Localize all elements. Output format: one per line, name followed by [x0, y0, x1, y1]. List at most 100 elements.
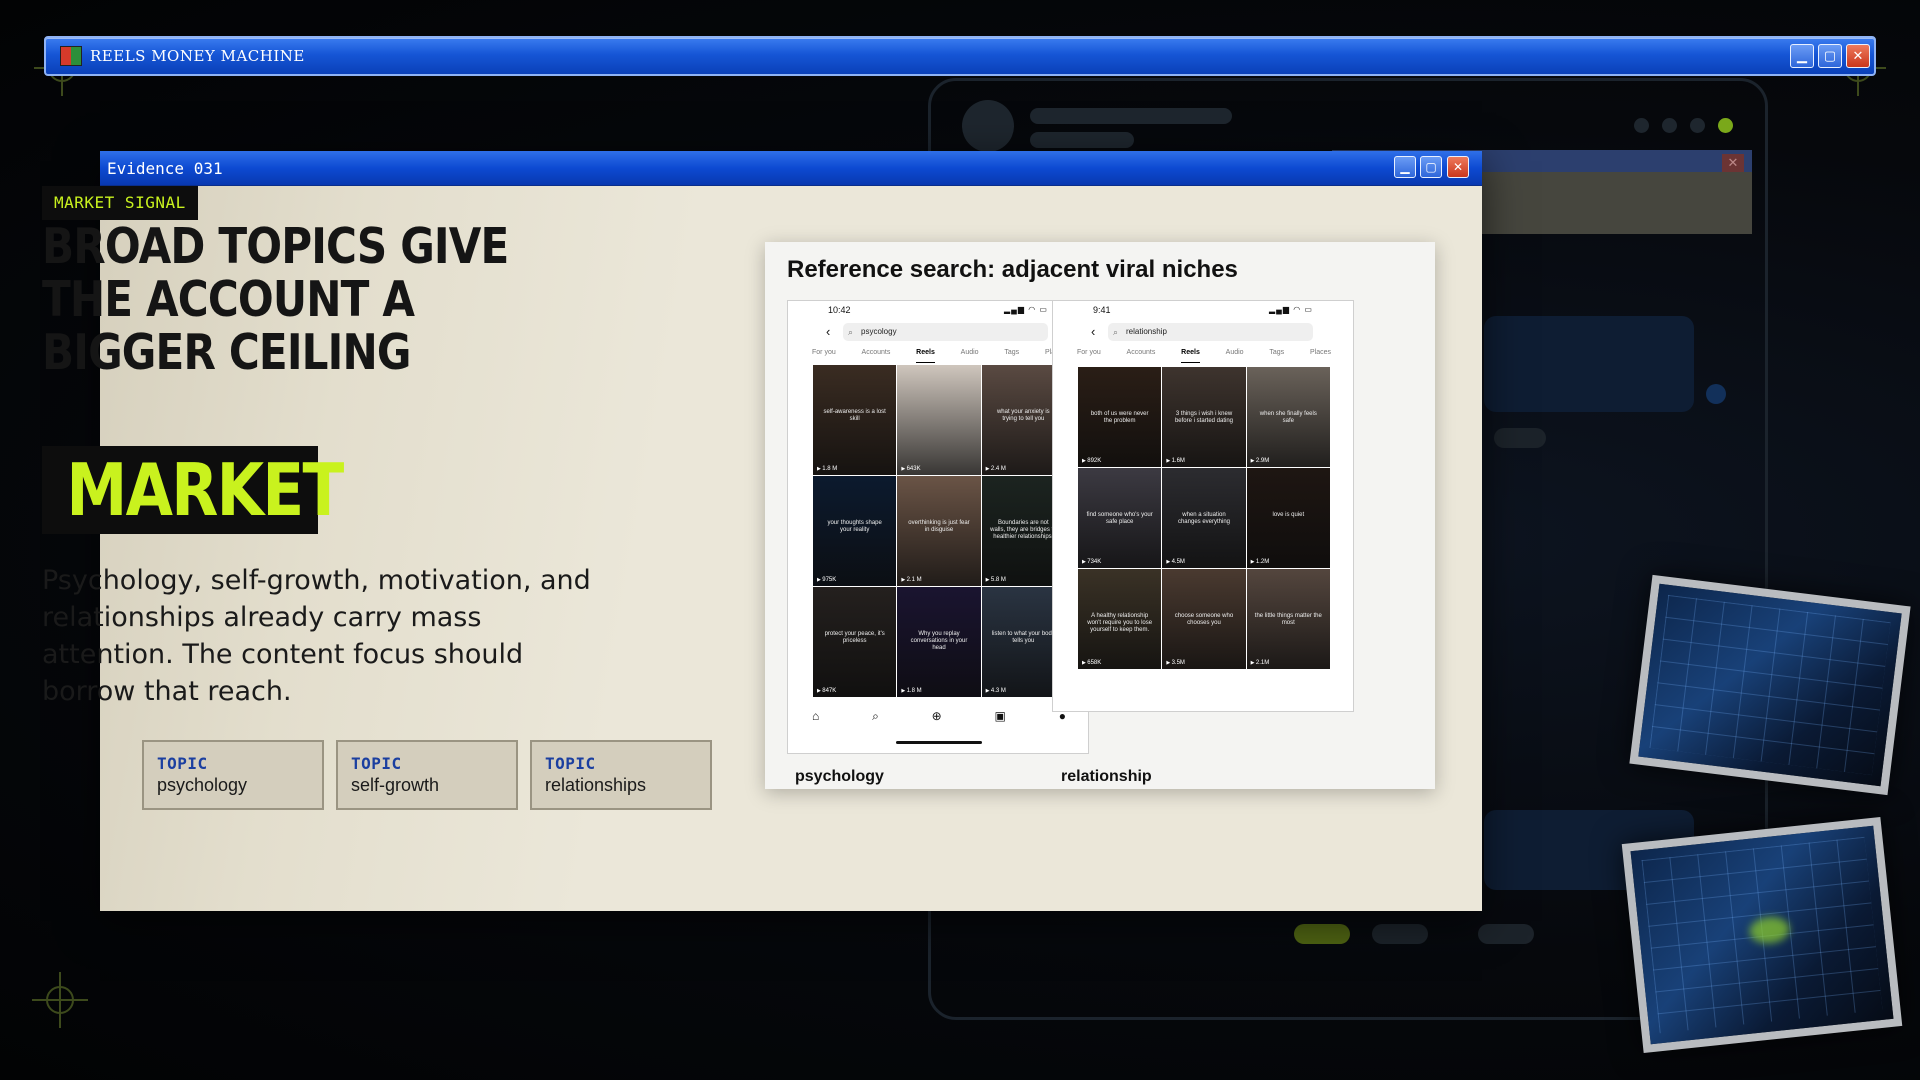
- reels-grid: both of us were never the problem 892K 3 t…: [1078, 367, 1330, 669]
- main-window-titlebar[interactable]: REELS MONEY MACHINE ▁ ▢ ✕: [44, 36, 1876, 76]
- reel-view-count: 4.3 M: [986, 688, 1006, 694]
- app-icon: [60, 46, 82, 66]
- reel-view-count: 2.1 M: [901, 577, 922, 583]
- reel-tile: when a situation changes everything 4.5M: [1162, 468, 1246, 568]
- phone-search-input: ⌕ psycology: [843, 323, 1048, 341]
- reel-view-count: 3.5M: [1166, 660, 1185, 666]
- background-avatar: [962, 100, 1014, 152]
- home-icon: ⌂: [812, 709, 820, 723]
- background-close-icon: ✕: [1722, 154, 1744, 172]
- reel-caption: the little things matter the most: [1254, 613, 1322, 626]
- reel-tile: overthinking is just fear in disguise 2.1…: [897, 476, 981, 586]
- background-text-line: [1030, 132, 1134, 148]
- search-icon: ⌕: [1113, 327, 1119, 337]
- close-button[interactable]: ✕: [1447, 156, 1469, 178]
- reference-panel: Reference search: adjacent viral niches …: [765, 242, 1435, 789]
- phone-caption: psychology: [795, 768, 884, 785]
- reel-tile: both of us were never the problem 892K: [1078, 367, 1162, 467]
- background-dot: [1662, 118, 1677, 133]
- phone-caption: relationship: [1061, 768, 1152, 785]
- reel-view-count: 734K: [1082, 559, 1101, 565]
- reel-caption: Why you replay conversations in your hea…: [910, 631, 968, 651]
- phone-tab: Tags: [1269, 349, 1285, 356]
- phone-tabs: For you Accounts Reels Audio Tags Places: [812, 349, 1066, 363]
- background-pill: [1294, 924, 1350, 944]
- phone-tab: Accounts: [1126, 349, 1156, 356]
- reel-caption: your thoughts shape your reality: [827, 520, 882, 533]
- phone-tab: Audio: [1225, 349, 1244, 356]
- reel-view-count: 643K: [901, 466, 921, 472]
- phone-tabs: For you Accounts Reels Audio Tags Places: [1077, 349, 1331, 363]
- phone-tab: For you: [1077, 349, 1101, 356]
- reel-caption: choose someone who chooses you: [1174, 613, 1234, 626]
- reel-tile: the little things matter the most 2.1M: [1246, 569, 1330, 669]
- background-photo-card: [1629, 574, 1911, 796]
- add-icon: ⊕: [931, 709, 942, 723]
- market-keyword-label: MARKET: [66, 448, 344, 532]
- market-keyword-badge: MARKET: [42, 446, 344, 534]
- evidence-window-title: Evidence 031: [107, 159, 223, 178]
- topic-value: self-growth: [351, 775, 440, 795]
- reference-title: Reference search: adjacent viral niches: [787, 256, 1238, 283]
- phone-tab: For you: [812, 349, 836, 356]
- background-dot: [1706, 384, 1726, 404]
- search-icon: ⌕: [872, 709, 879, 723]
- reel-view-count: 2.1M: [1251, 660, 1269, 666]
- reel-view-count: 1.2M: [1251, 559, 1269, 565]
- page-title: BROAD TOPICS GIVE THE ACCOUNT A BIGGER C…: [42, 218, 509, 381]
- close-button[interactable]: ✕: [1846, 44, 1870, 68]
- reel-view-count: 1.6M: [1166, 458, 1185, 464]
- phone-search-value: psycology: [861, 327, 897, 336]
- reel-tile: your thoughts shape your reality 975K: [813, 476, 897, 586]
- reel-view-count: 1.8 M: [901, 688, 922, 694]
- search-icon: ⌕: [848, 327, 854, 337]
- phone-time: 10:42: [828, 305, 851, 315]
- minimize-button[interactable]: ▁: [1790, 44, 1814, 68]
- reel-tile: A healthy relationship won't require you…: [1078, 569, 1162, 669]
- topic-label: TOPIC: [545, 754, 596, 773]
- reel-view-count: 4.5M: [1166, 559, 1185, 565]
- reel-view-count: 2.9M: [1251, 458, 1269, 464]
- background-pill: [1478, 924, 1534, 944]
- phone-status-icons: ▂▄▆ ◠ ▭: [1269, 305, 1313, 314]
- reel-caption: when she finally feels safe: [1259, 411, 1317, 424]
- topic-card-relationships[interactable]: TOPIC relationships: [530, 740, 712, 810]
- background-photo-card: [1621, 816, 1903, 1054]
- reel-caption: 3 things i wish i knew before i started …: [1174, 411, 1234, 424]
- topic-value: relationships: [545, 775, 647, 795]
- reels-icon: ▣: [994, 709, 1006, 723]
- maximize-button[interactable]: ▢: [1420, 156, 1442, 178]
- topic-label: TOPIC: [157, 754, 208, 773]
- maximize-button[interactable]: ▢: [1818, 44, 1842, 68]
- background-message-bubble: [1484, 316, 1694, 412]
- phone-tab: Accounts: [861, 349, 891, 356]
- crosshair-icon: [32, 972, 88, 1028]
- background-pill: [1494, 428, 1546, 448]
- topic-value: psychology: [157, 775, 248, 795]
- minimize-button[interactable]: ▁: [1394, 156, 1416, 178]
- reel-caption: love is quiet: [1272, 512, 1305, 518]
- background-dot: [1690, 118, 1705, 133]
- phone-tab: Places: [1309, 349, 1331, 356]
- phone-search-value: relationship: [1126, 327, 1167, 336]
- reels-grid: self-awareness is a lost skill 1.8 M 643K w…: [813, 365, 1065, 697]
- reel-tile: 3 things i wish i knew before i started …: [1162, 367, 1246, 467]
- topic-card-self-growth[interactable]: TOPIC self-growth: [336, 740, 518, 810]
- reel-caption: self-awareness is a lost skill: [823, 409, 886, 422]
- back-arrow-icon: ‹: [1091, 324, 1096, 339]
- phone-tab-active: Reels: [916, 349, 935, 363]
- reel-tile: when she finally feels safe 2.9M: [1246, 367, 1330, 467]
- topic-label: TOPIC: [351, 754, 402, 773]
- reel-caption: protect your peace, it's priceless: [824, 631, 885, 644]
- background-pill: [1372, 924, 1428, 944]
- topic-card-psychology[interactable]: TOPIC psychology: [142, 740, 324, 810]
- evidence-window-titlebar[interactable]: Evidence 031 ▁ ▢ ✕: [100, 151, 1482, 186]
- reel-caption: listen to what your body tells you: [991, 631, 1055, 644]
- body-text: Psychology, self-growth, motivation, and…: [42, 565, 591, 707]
- reel-caption: overthinking is just fear in disguise: [908, 520, 970, 533]
- phone-tab: Tags: [1004, 349, 1020, 356]
- main-window-title: REELS MONEY MACHINE: [90, 47, 305, 65]
- reel-tile: find someone who's your safe place 734K: [1078, 468, 1162, 568]
- reel-view-count: 5.8 M: [986, 577, 1006, 583]
- reel-caption: when a situation changes everything: [1177, 512, 1231, 525]
